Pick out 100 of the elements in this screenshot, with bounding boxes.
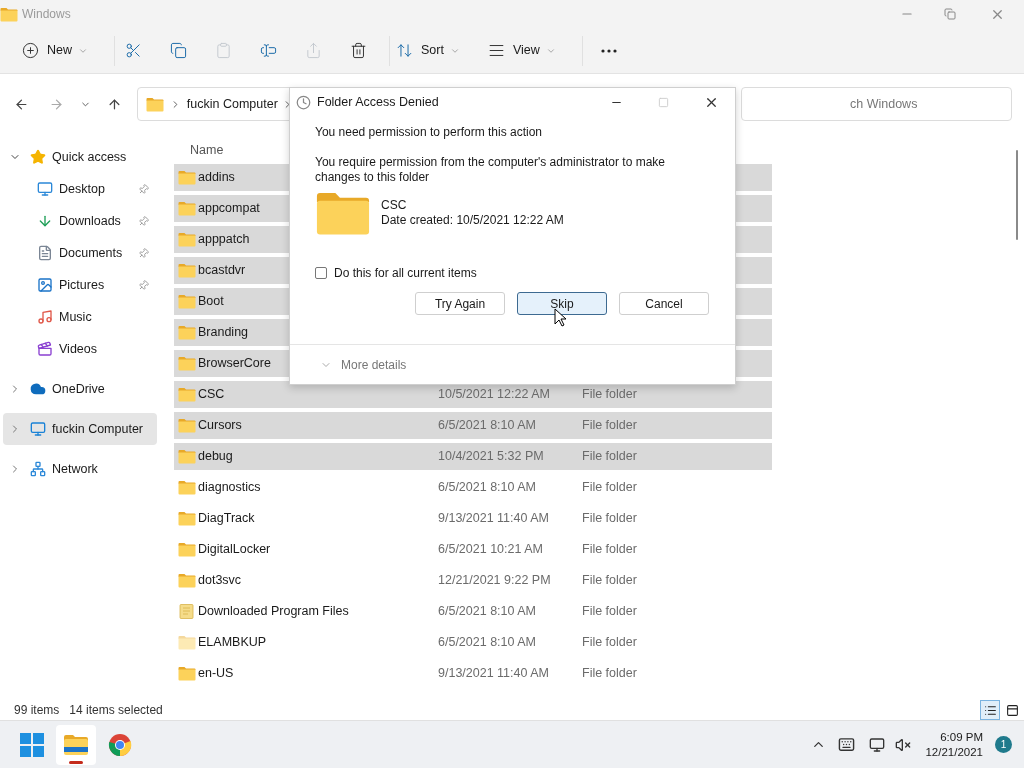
back-icon[interactable] bbox=[14, 96, 29, 112]
dialog-button[interactable]: Try Again bbox=[415, 292, 505, 315]
list-icon bbox=[983, 703, 997, 717]
sidebar-item[interactable]: OneDrive bbox=[3, 373, 157, 405]
sidebar-item[interactable]: Downloads bbox=[3, 205, 157, 237]
dialog-message: You require permission from the computer's administrator to make changes to this folder bbox=[315, 155, 666, 185]
file-row[interactable]: DiagTrack 9/13/2021 11:40 AM File folder bbox=[174, 505, 772, 532]
file-name: bcastdvr bbox=[198, 262, 246, 280]
clock[interactable]: 6:09 PM 12/21/2021 bbox=[925, 729, 983, 760]
file-type: File folder bbox=[582, 386, 637, 404]
active-indicator bbox=[69, 760, 83, 764]
file-date: 10/4/2021 5:32 PM bbox=[438, 448, 545, 466]
file-row[interactable]: en-US 9/13/2021 11:40 AM File folder bbox=[174, 660, 772, 687]
dialog-button[interactable]: Skip bbox=[517, 292, 607, 315]
browser-icon[interactable] bbox=[108, 732, 132, 757]
dialog-heading: You need permission to perform this action bbox=[315, 124, 543, 141]
dialog-button[interactable]: Cancel bbox=[619, 292, 709, 315]
sidebar-item[interactable]: Quick access bbox=[3, 141, 157, 173]
folder-icon bbox=[178, 232, 196, 247]
item-detail: Date created: 10/5/2021 12:22 AM bbox=[381, 213, 564, 228]
selection-count: 14 items selected bbox=[69, 702, 163, 719]
star-icon bbox=[30, 149, 46, 165]
file-date: 6/5/2021 8:10 AM bbox=[438, 417, 537, 435]
file-row[interactable]: debug 10/4/2021 5:32 PM File folder bbox=[174, 443, 772, 470]
file-type: File folder bbox=[582, 448, 637, 466]
taskbar-button[interactable] bbox=[56, 724, 96, 765]
file-date: 6/5/2021 10:21 AM bbox=[438, 541, 544, 559]
folder-icon bbox=[178, 449, 196, 464]
monitor-icon[interactable] bbox=[869, 736, 886, 753]
file-date: 6/5/2021 8:10 AM bbox=[438, 603, 537, 621]
folder-icon bbox=[178, 294, 196, 309]
sidebar-item[interactable]: Pictures bbox=[3, 269, 157, 301]
document-icon bbox=[37, 245, 53, 261]
folder-icon bbox=[178, 480, 196, 495]
file-row[interactable]: DigitalLocker 6/5/2021 10:21 AM File folder bbox=[174, 536, 772, 563]
file-row[interactable]: dot3svc 12/21/2021 9:22 PM File folder bbox=[174, 567, 772, 594]
file-date: 12/21/2021 9:22 PM bbox=[438, 572, 552, 590]
cloud-icon bbox=[30, 381, 46, 397]
file-date: 9/13/2021 11:40 AM bbox=[438, 665, 550, 683]
file-name: appcompat bbox=[198, 200, 260, 218]
music-icon bbox=[37, 309, 53, 325]
item-count: 99 items bbox=[14, 702, 60, 719]
file-row[interactable]: Cursors 6/5/2021 8:10 AM File folder bbox=[174, 412, 772, 439]
folder-icon bbox=[178, 573, 196, 588]
file-type: File folder bbox=[582, 510, 637, 528]
file-date: 10/5/2021 12:22 AM bbox=[438, 386, 551, 404]
folder-icon bbox=[178, 201, 196, 216]
column-header[interactable]: Name bbox=[190, 140, 224, 160]
file-name: addins bbox=[198, 169, 235, 187]
picture-icon bbox=[37, 277, 53, 293]
details-view-button[interactable] bbox=[980, 700, 1000, 720]
folder-icon bbox=[0, 6, 18, 22]
folder-icon[interactable] bbox=[63, 733, 89, 756]
network-icon bbox=[30, 461, 46, 477]
scrollbar-thumb[interactable] bbox=[1016, 150, 1018, 240]
file-name: Downloaded Program Files bbox=[198, 603, 349, 621]
checkbox-label[interactable]: Do this for all current items bbox=[334, 264, 477, 282]
file-row[interactable]: ELAMBKUP 6/5/2021 8:10 AM File folder bbox=[174, 629, 772, 656]
file-name: debug bbox=[198, 448, 233, 466]
folder-icon bbox=[178, 356, 196, 371]
new-button[interactable]: New bbox=[18, 33, 92, 68]
file-name: Boot bbox=[198, 293, 224, 311]
file-name: diagnostics bbox=[198, 479, 261, 497]
checkbox[interactable] bbox=[315, 267, 327, 279]
window-title: Windows bbox=[22, 6, 71, 23]
sidebar-item[interactable]: Network bbox=[3, 453, 157, 485]
file-type: File folder bbox=[582, 665, 637, 683]
notification-badge[interactable]: 1 bbox=[995, 736, 1012, 753]
folder-icon bbox=[178, 263, 196, 278]
maximize-icon bbox=[658, 96, 669, 108]
video-icon bbox=[37, 341, 53, 357]
folder-icon bbox=[178, 170, 196, 185]
sidebar-item[interactable]: Desktop bbox=[3, 173, 157, 205]
sidebar-item[interactable]: Documents bbox=[3, 237, 157, 269]
breadcrumb[interactable]: fuckin Computer bbox=[186, 94, 278, 114]
folder-icon bbox=[178, 604, 196, 619]
dialog-title: Folder Access Denied bbox=[317, 93, 439, 111]
file-row[interactable]: Downloaded Program Files 6/5/2021 8:10 AM File folder bbox=[174, 598, 772, 625]
muted-speaker-icon[interactable] bbox=[895, 736, 912, 753]
start-icon[interactable] bbox=[20, 732, 44, 757]
more-details-link[interactable]: More details bbox=[341, 355, 407, 374]
folder-icon bbox=[178, 635, 196, 650]
file-name: apppatch bbox=[198, 231, 250, 249]
download-icon bbox=[37, 213, 53, 229]
sidebar-item[interactable]: Videos bbox=[3, 333, 157, 365]
folder-icon bbox=[145, 96, 164, 112]
sidebar-item[interactable]: fuckin Computer bbox=[3, 413, 157, 445]
search-field[interactable]: ch Windows bbox=[741, 87, 1012, 121]
clock-icon bbox=[296, 94, 311, 110]
restore-icon[interactable] bbox=[944, 8, 956, 20]
monitor-icon bbox=[30, 421, 46, 437]
sidebar-item[interactable]: Music bbox=[3, 301, 157, 333]
up-icon[interactable] bbox=[106, 96, 122, 112]
keyboard-icon[interactable] bbox=[838, 736, 856, 753]
file-row[interactable]: diagnostics 6/5/2021 8:10 AM File folder bbox=[174, 474, 772, 501]
view-button[interactable]: View bbox=[483, 33, 560, 68]
folder-icon bbox=[178, 511, 196, 526]
folder-icon bbox=[178, 418, 196, 433]
file-name: DigitalLocker bbox=[198, 541, 271, 559]
sort-button[interactable]: Sort bbox=[392, 33, 464, 68]
